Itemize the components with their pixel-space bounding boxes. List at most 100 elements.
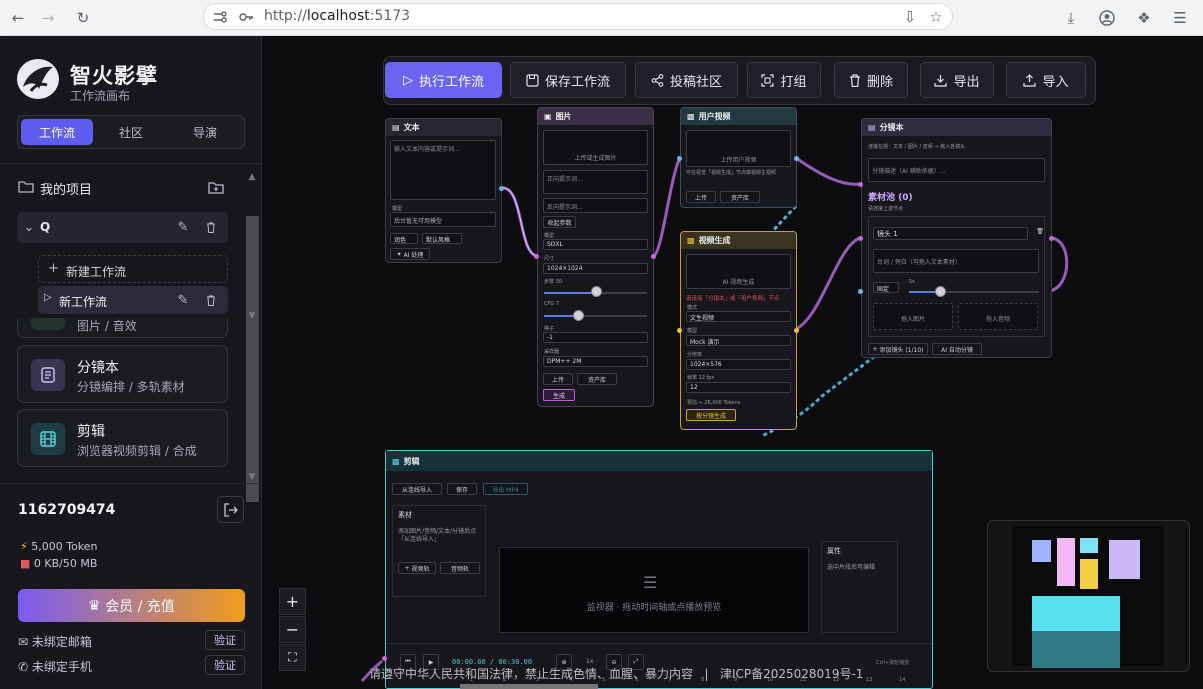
install-app-icon[interactable]: ⇩: [900, 7, 920, 27]
trash-icon[interactable]: [204, 293, 218, 307]
output-port[interactable]: [794, 156, 799, 161]
negative-prompt-input[interactable]: 反向提示词...: [543, 198, 648, 213]
video-gen-node[interactable]: ▩ 视频生成 AI 视频生成 请连接「分镜本」或「用户视频」节点 模式 文生视频 …: [680, 231, 797, 430]
vip-recharge-button[interactable]: ♛ 会员 / 充值: [18, 589, 245, 622]
polish-select[interactable]: 润色: [390, 233, 418, 244]
publish-community-button[interactable]: 投稿社区: [635, 62, 738, 98]
steps-slider-knob[interactable]: [591, 286, 602, 297]
menu-icon[interactable]: ☰: [1170, 8, 1190, 28]
extensions-icon[interactable]: ❖: [1134, 8, 1154, 28]
drop-image-zone[interactable]: 拖入图片: [873, 303, 953, 330]
icp-number[interactable]: 津ICP备2025028019号-1: [720, 667, 863, 681]
export-button[interactable]: 导出: [920, 62, 994, 98]
drop-audio-zone[interactable]: 拖入音频: [958, 303, 1038, 330]
new-workflow-button[interactable]: + 新建工作流: [38, 255, 228, 283]
asset-library-button[interactable]: 资产库: [577, 373, 617, 385]
address-bar[interactable]: http://localhost:5173 ⇩ ☆: [203, 3, 953, 30]
user-video-node[interactable]: ▩ 用户视频 上传用户视频 可在视觉「视频生成」节点做视频生视频 上传 资产库: [680, 107, 797, 208]
size-select[interactable]: 1024×1024: [543, 263, 648, 274]
save-workflow-button[interactable]: 保存工作流: [510, 62, 626, 98]
upload-button[interactable]: 上传: [686, 191, 716, 203]
storyboard-description-input[interactable]: 分镜描述（AI 辅助依据）...: [868, 158, 1045, 182]
scroll-down-icon[interactable]: ▼: [246, 472, 258, 482]
workflow-canvas[interactable]: ▷ 执行工作流 保存工作流 投稿社区 打组 删除 导出 导入 ▤ 文本 输入文本内容…: [262, 36, 1203, 689]
trash-icon[interactable]: 🗑: [1036, 227, 1044, 235]
add-video-track-button[interactable]: + 视频轨: [398, 562, 436, 574]
timeline-scrollbar-thumb[interactable]: [460, 684, 598, 689]
generate-by-storyboard-button[interactable]: 按分镜生成: [686, 409, 736, 421]
collapse-params-button[interactable]: 收起参数: [543, 216, 576, 228]
delete-button[interactable]: 删除: [834, 62, 908, 98]
edit-icon[interactable]: ✎: [176, 220, 190, 235]
ai-process-button[interactable]: ✦ AI 处理: [390, 248, 430, 260]
input-port[interactable]: [858, 289, 863, 294]
input-port[interactable]: [677, 156, 682, 161]
import-button[interactable]: 导入: [1006, 62, 1086, 98]
shot-title-input[interactable]: 镜头 1: [873, 227, 1028, 240]
new-folder-icon[interactable]: [207, 180, 225, 196]
duration-slider[interactable]: [909, 291, 1039, 293]
bookmark-star-icon[interactable]: ☆: [926, 7, 946, 27]
seed-input[interactable]: -1: [543, 332, 648, 343]
zoom-out-button[interactable]: −: [279, 616, 306, 643]
mode-select[interactable]: 文生视频: [686, 311, 791, 322]
edit-icon[interactable]: ✎: [176, 293, 190, 308]
input-port[interactable]: [534, 254, 539, 259]
cfg-slider[interactable]: [544, 315, 647, 317]
sampler-select[interactable]: DPM++ 2M: [543, 356, 648, 367]
import-from-links-button[interactable]: 从连线导入: [392, 483, 442, 495]
model-select[interactable]: SDXL: [543, 239, 648, 250]
tab-community[interactable]: 社区: [95, 119, 167, 145]
scrollbar-thumb[interactable]: [246, 216, 259, 502]
text-input[interactable]: 输入文本内容或提示词...: [390, 140, 496, 200]
generate-button[interactable]: 生成: [543, 389, 575, 401]
workflow-item[interactable]: ▷ 新工作流 ✎: [38, 286, 228, 314]
model-select[interactable]: Mock 演示: [686, 335, 791, 346]
image-node[interactable]: ▣ 图片 上传或生成图片 正向提示词... 反向提示词... 收起参数 模型 SD…: [537, 107, 654, 407]
editor-node[interactable]: ▩ 剪辑 从连线导入 保存 导出 MP4 素材 添加图片/音频/文本/分镜后点「从…: [385, 450, 933, 689]
folder-item[interactable]: ⌄ Q ✎: [17, 212, 228, 243]
input-port[interactable]: [858, 182, 863, 187]
key-icon[interactable]: [236, 7, 256, 27]
fps-select[interactable]: 12: [686, 382, 791, 393]
cfg-slider-knob[interactable]: [573, 310, 584, 321]
scroll-down-icon[interactable]: ▼: [246, 311, 258, 321]
verify-email-button[interactable]: 验证: [205, 630, 245, 650]
forward-icon[interactable]: →: [38, 8, 58, 28]
group-button[interactable]: 打组: [747, 62, 821, 98]
duration-slider-knob[interactable]: [935, 286, 946, 297]
positive-prompt-input[interactable]: 正向提示词...: [543, 170, 648, 194]
input-port[interactable]: [382, 656, 387, 661]
trash-icon[interactable]: [204, 220, 218, 234]
input-port[interactable]: [858, 236, 863, 241]
download-icon[interactable]: ⤓: [1061, 8, 1081, 28]
tab-workflow[interactable]: 工作流: [21, 119, 93, 145]
add-shot-button[interactable]: + 添加镜头 (1/10): [868, 343, 928, 355]
node-card-editing[interactable]: 剪辑 浏览器视频剪辑 / 合成: [17, 409, 228, 467]
model-field[interactable]: 后台暂无可用模型: [390, 212, 496, 227]
tab-director[interactable]: 导演: [169, 119, 241, 145]
scroll-up-icon[interactable]: ▲: [246, 172, 258, 182]
back-icon[interactable]: ←: [8, 8, 28, 28]
chevron-down-icon[interactable]: ⌄: [23, 220, 35, 235]
site-info-icon[interactable]: [210, 7, 230, 27]
image-upload-area[interactable]: 上传或生成图片: [543, 130, 648, 165]
save-button[interactable]: 保存: [447, 483, 477, 495]
camera-select[interactable]: 固定: [873, 282, 899, 293]
output-port[interactable]: [794, 328, 799, 333]
upload-button[interactable]: 上传: [543, 373, 573, 385]
input-port[interactable]: [677, 328, 682, 333]
style-select[interactable]: 默认风格: [422, 233, 462, 244]
video-upload-area[interactable]: 上传用户视频: [686, 130, 791, 167]
export-mp4-button[interactable]: 导出 MP4: [483, 483, 528, 495]
zoom-in-button[interactable]: +: [279, 588, 306, 615]
logout-button[interactable]: [217, 496, 244, 523]
output-port[interactable]: [499, 186, 504, 191]
verify-phone-button[interactable]: 验证: [205, 655, 245, 675]
ai-auto-storyboard-button[interactable]: AI 自动分镜: [932, 343, 982, 355]
output-port[interactable]: [1049, 236, 1054, 241]
monitor[interactable]: 监视器 · 拖动时间轴或点播放预览 ☰: [499, 547, 809, 633]
dialogue-input[interactable]: 台词 / 旁白（可拖入文本素材）: [873, 249, 1039, 273]
profile-icon[interactable]: [1097, 8, 1117, 28]
output-port[interactable]: [651, 254, 656, 259]
